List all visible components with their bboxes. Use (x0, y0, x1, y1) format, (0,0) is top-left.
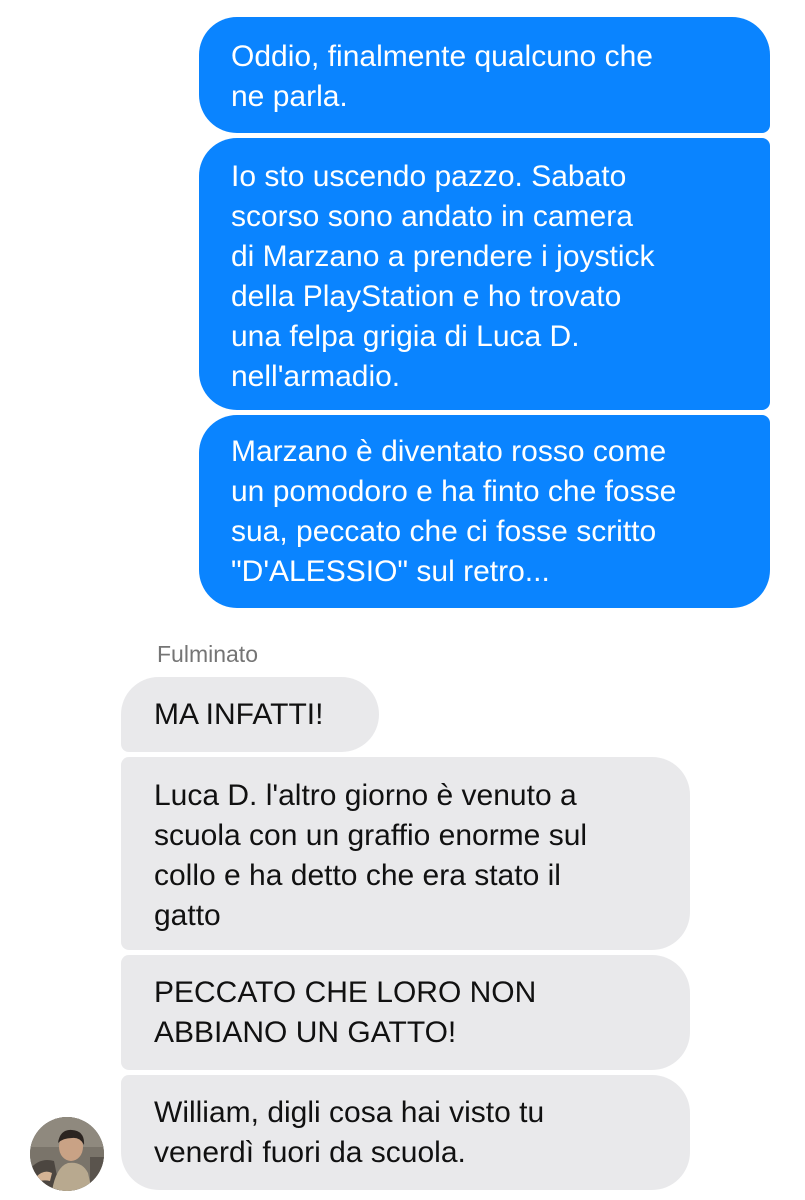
outgoing-message-bubble[interactable]: Io sto uscendo pazzo. Sabato scorso sono… (199, 138, 770, 410)
incoming-message-bubble[interactable]: PECCATO CHE LORO NON ABBIANO UN GATTO! (121, 955, 690, 1070)
outgoing-message-bubble[interactable]: Oddio, finalmente qualcuno che ne parla. (199, 17, 770, 133)
sender-name-label: Fulminato (157, 641, 258, 667)
outgoing-message-bubble[interactable]: Marzano è diventato rosso come un pomodo… (199, 415, 770, 608)
incoming-message-bubble[interactable]: William, digli cosa hai visto tu venerdì… (121, 1075, 690, 1190)
avatar-photo-icon (30, 1117, 104, 1191)
sender-avatar[interactable] (30, 1117, 104, 1191)
incoming-message-bubble[interactable]: Luca D. l'altro giorno è venuto a scuola… (121, 757, 690, 950)
incoming-message-bubble[interactable]: MA INFATTI! (121, 677, 379, 752)
